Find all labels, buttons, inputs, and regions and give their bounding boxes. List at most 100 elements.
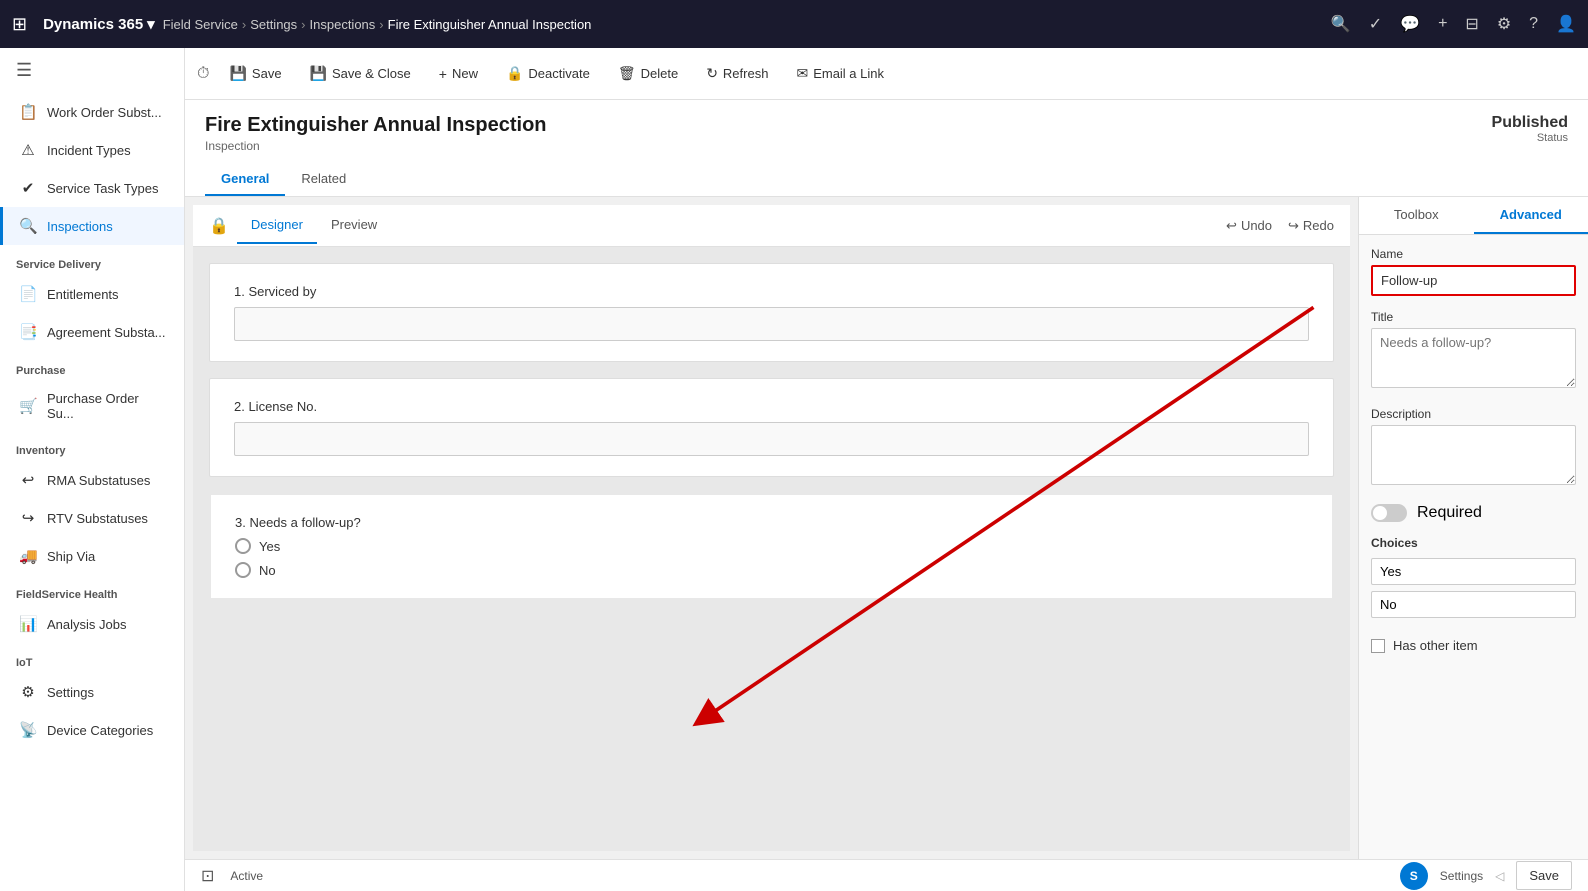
tab-general[interactable]: General: [205, 163, 285, 196]
statusbar-save-label: Save: [1529, 868, 1559, 883]
form-field-serviced-by: 1. Serviced by: [209, 263, 1334, 362]
settings-icon[interactable]: ⚙: [1497, 14, 1511, 34]
sidebar-item-purchase-order[interactable]: 🛒 Purchase Order Su...: [0, 381, 184, 431]
statusbar-save-button[interactable]: Save: [1516, 861, 1572, 890]
choice-input-no[interactable]: [1371, 591, 1576, 618]
field-input-serviced-by[interactable]: [234, 307, 1309, 341]
redo-label: Redo: [1303, 218, 1334, 233]
status-bar-status: Active: [230, 869, 263, 883]
redo-action[interactable]: ↪ Redo: [1288, 218, 1334, 234]
history-icon[interactable]: ⏱: [197, 65, 209, 83]
tab-designer[interactable]: Designer: [237, 207, 317, 244]
breadcrumb-inspections[interactable]: Inspections: [310, 17, 376, 32]
agreement-icon: 📑: [19, 323, 37, 341]
status-bar-right: S Settings ◁ Save: [1400, 861, 1572, 890]
save-close-label: Save & Close: [332, 66, 411, 81]
sidebar-item-ship-via[interactable]: 🚚 Ship Via: [0, 537, 184, 575]
sidebar-item-iot-settings[interactable]: ⚙ Settings: [0, 673, 184, 711]
delete-icon: 🗑: [618, 65, 636, 82]
add-icon[interactable]: +: [1438, 15, 1447, 33]
form-field-license-no: 2. License No.: [209, 378, 1334, 477]
sidebar-item-entitlements[interactable]: 📄 Entitlements: [0, 275, 184, 313]
tab-related[interactable]: Related: [285, 163, 362, 196]
rp-description-input[interactable]: [1371, 425, 1576, 485]
deactivate-label: Deactivate: [528, 66, 589, 81]
refresh-label: Refresh: [723, 66, 769, 81]
sidebar-item-agreement-substa[interactable]: 📑 Agreement Substa...: [0, 313, 184, 351]
right-panel-tabs: Toolbox Advanced: [1359, 197, 1588, 235]
content-area: ⏱ 💾 Save 💾 Save & Close + New 🔒 Deactiva…: [185, 48, 1588, 891]
help-icon[interactable]: 💬: [1400, 14, 1420, 34]
radio-option-no[interactable]: No: [235, 562, 1308, 578]
sidebar-label-analysis-jobs: Analysis Jobs: [47, 617, 126, 632]
sidebar-label-device-categories: Device Categories: [47, 723, 153, 738]
radio-option-yes[interactable]: Yes: [235, 538, 1308, 554]
sidebar-item-rtv[interactable]: ↪ RTV Substatuses: [0, 499, 184, 537]
analysis-icon: 📊: [19, 615, 37, 633]
sidebar-item-work-order-subst[interactable]: 📋 Work Order Subst...: [0, 93, 184, 131]
lock-icon: 🔒: [209, 216, 229, 236]
check-icon[interactable]: ✓: [1369, 14, 1382, 34]
brand-chevron: ▾: [147, 15, 155, 33]
email-link-button[interactable]: ✉ Email a Link: [784, 59, 896, 88]
save-button[interactable]: 💾 Save: [217, 59, 293, 88]
designer-area: 🔒 Designer Preview ↩ Undo ↪ Redo: [185, 197, 1588, 859]
tab-toolbox[interactable]: Toolbox: [1359, 197, 1474, 234]
deactivate-button[interactable]: 🔒 Deactivate: [494, 59, 602, 88]
field-label-serviced-by: 1. Serviced by: [234, 284, 1309, 299]
deactivate-icon: 🔒: [506, 65, 523, 82]
search-icon[interactable]: 🔍: [1331, 14, 1351, 34]
radio-label-no: No: [259, 563, 276, 578]
refresh-button[interactable]: ↻ Refresh: [694, 59, 780, 88]
breadcrumb-settings[interactable]: Settings: [250, 17, 297, 32]
user-icon[interactable]: 👤: [1556, 14, 1576, 34]
rp-field-title: Title: [1371, 310, 1576, 393]
sidebar-item-incident-types[interactable]: ⚠ Incident Types: [0, 131, 184, 169]
section-title-iot: IoT: [0, 643, 184, 673]
required-toggle[interactable]: [1371, 504, 1407, 522]
rp-title-input[interactable]: [1371, 328, 1576, 388]
sidebar-item-analysis-jobs[interactable]: 📊 Analysis Jobs: [0, 605, 184, 643]
field-input-license-no[interactable]: [234, 422, 1309, 456]
right-panel: Toolbox Advanced Name Title: [1358, 197, 1588, 859]
filter-icon[interactable]: ⊟: [1465, 14, 1478, 34]
section-title-fieldservice-health: FieldService Health: [0, 575, 184, 605]
delete-button[interactable]: 🗑 Delete: [606, 59, 690, 88]
email-link-label: Email a Link: [813, 66, 884, 81]
rp-name-label: Name: [1371, 247, 1576, 261]
choice-input-yes[interactable]: [1371, 558, 1576, 585]
section-title-inventory: Inventory: [0, 431, 184, 461]
sidebar-item-device-categories[interactable]: 📡 Device Categories: [0, 711, 184, 749]
sidebar-label-agreement: Agreement Substa...: [47, 325, 166, 340]
pin-icon[interactable]: ◁: [1495, 869, 1504, 883]
sidebar-item-rma[interactable]: ↩ RMA Substatuses: [0, 461, 184, 499]
work-order-icon: 📋: [19, 103, 37, 121]
undo-label: Undo: [1241, 218, 1272, 233]
sub-tabs-bar: 🔒 Designer Preview ↩ Undo ↪ Redo: [193, 205, 1350, 247]
new-button[interactable]: + New: [427, 60, 490, 88]
save-close-icon: 💾: [310, 65, 327, 82]
entitlements-icon: 📄: [19, 285, 37, 303]
tab-preview[interactable]: Preview: [317, 207, 391, 244]
save-close-button[interactable]: 💾 Save & Close: [298, 59, 423, 88]
sidebar-label-inspections: Inspections: [47, 219, 113, 234]
undo-action[interactable]: ↩ Undo: [1226, 218, 1272, 234]
question-icon[interactable]: ?: [1529, 15, 1538, 33]
undo-icon: ↩: [1226, 218, 1237, 234]
sidebar-item-inspections[interactable]: 🔍 Inspections: [0, 207, 184, 245]
rp-has-other-row: Has other item: [1371, 638, 1576, 653]
rp-field-description: Description: [1371, 407, 1576, 490]
sidebar-label-service-task-types: Service Task Types: [47, 181, 159, 196]
has-other-checkbox[interactable]: [1371, 639, 1385, 653]
sidebar-item-service-task-types[interactable]: ✔ Service Task Types: [0, 169, 184, 207]
rp-name-input[interactable]: [1371, 265, 1576, 296]
brand-name: Dynamics 365: [43, 16, 143, 33]
brand[interactable]: Dynamics 365 ▾: [43, 15, 155, 33]
service-task-icon: ✔: [19, 179, 37, 197]
user-label: Settings: [1440, 869, 1483, 883]
app-name[interactable]: Field Service: [163, 17, 238, 32]
tab-advanced[interactable]: Advanced: [1474, 197, 1588, 234]
sidebar-toggle[interactable]: ☰: [0, 48, 184, 93]
sidebar-label-incident-types: Incident Types: [47, 143, 131, 158]
grid-icon[interactable]: ⊞: [12, 14, 27, 35]
